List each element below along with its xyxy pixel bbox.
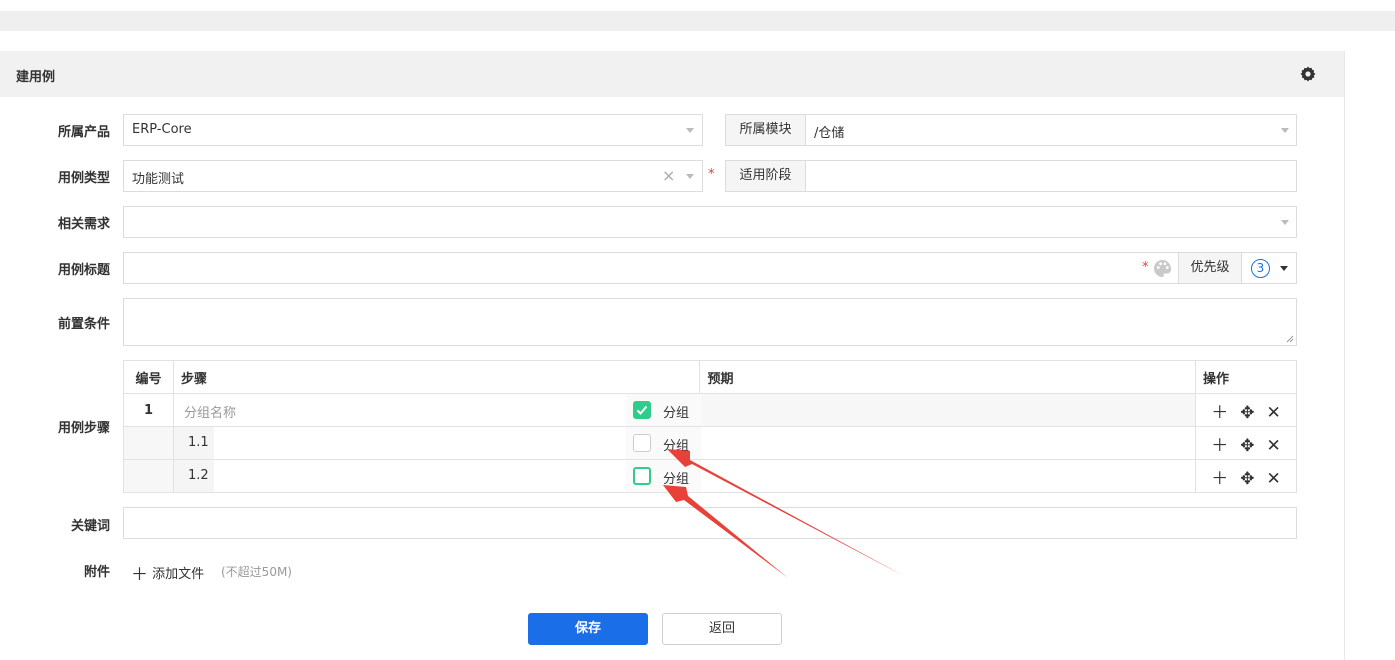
table-row: 1 分组名称 分组 ＋ ✥ ✕ <box>123 393 1297 427</box>
group-label: 分组 <box>662 472 689 487</box>
sub-num: 1.1 <box>187 435 209 450</box>
save-button[interactable]: 保存 <box>528 613 648 645</box>
title-input[interactable]: * <box>123 252 1179 284</box>
required-mark: * <box>1142 260 1149 275</box>
step-cell[interactable]: 分组名称 分组 <box>172 393 701 427</box>
product-select[interactable]: ERP-Core <box>123 114 703 146</box>
precondition-textarea[interactable] <box>123 298 1297 346</box>
clear-icon[interactable]: × <box>662 166 675 185</box>
stage-label: 适用阶段 <box>725 160 806 192</box>
keywords-label: 关键词 <box>70 519 110 534</box>
plus-icon[interactable]: ＋ <box>1211 398 1228 423</box>
type-label: 用例类型 <box>57 171 110 186</box>
step-cell[interactable]: 1.1 分组 <box>172 426 701 460</box>
add-file-label: 添加文件 <box>152 567 205 582</box>
plus-icon[interactable]: ＋ <box>1211 431 1228 456</box>
gear-icon[interactable] <box>1300 66 1316 82</box>
row-num <box>123 426 174 460</box>
group-checkbox[interactable] <box>632 401 651 419</box>
row-num <box>123 459 174 493</box>
expect-cell[interactable] <box>699 393 1197 427</box>
sub-num: 1.2 <box>187 468 209 483</box>
back-button[interactable]: 返回 <box>662 613 782 645</box>
header-expect: 预期 <box>699 360 1197 394</box>
priority-label: 优先级 <box>1178 252 1242 284</box>
close-icon[interactable]: ✕ <box>1267 436 1281 456</box>
module-value: /仓储 <box>814 126 845 141</box>
attachment-hint: (不超过50M) <box>221 565 292 579</box>
header-num: 编号 <box>123 360 174 394</box>
chevron-down-icon <box>1281 128 1289 133</box>
stage-select[interactable] <box>805 160 1297 192</box>
move-icon[interactable]: ✥ <box>1240 469 1254 489</box>
expect-cell[interactable] <box>699 426 1197 460</box>
title-label: 用例标题 <box>57 263 110 278</box>
header-actions: 操作 <box>1195 360 1297 394</box>
check-icon <box>636 405 648 415</box>
group-checkbox[interactable] <box>632 467 651 485</box>
close-icon[interactable]: ✕ <box>1267 469 1281 489</box>
attachment-label: 附件 <box>83 565 110 580</box>
resize-handle-icon[interactable] <box>1286 335 1294 343</box>
row-num: 1 <box>123 393 174 427</box>
priority-value: 3 <box>1251 259 1270 278</box>
move-icon[interactable]: ✥ <box>1240 436 1254 456</box>
palette-icon[interactable] <box>1153 259 1172 278</box>
type-value: 功能测试 <box>132 172 185 187</box>
type-select[interactable]: 功能测试 × <box>123 160 703 192</box>
table-row: 1.1 分组 ＋ ✥ ✕ <box>123 426 1297 460</box>
caret-down-icon <box>1280 266 1288 271</box>
module-label: 所属模块 <box>725 114 806 146</box>
priority-select[interactable]: 3 <box>1241 252 1297 284</box>
close-icon[interactable]: ✕ <box>1267 403 1281 423</box>
top-strip <box>0 11 1395 31</box>
page-title: 建用例 <box>16 70 56 85</box>
table-row: 1.2 分组 ＋ ✥ ✕ <box>123 459 1297 493</box>
chevron-down-icon <box>686 128 694 133</box>
group-name-placeholder: 分组名称 <box>183 406 236 421</box>
chevron-down-icon <box>686 174 694 179</box>
group-label: 分组 <box>662 406 689 421</box>
group-checkbox[interactable] <box>632 434 651 452</box>
story-label: 相关需求 <box>57 217 110 232</box>
row-actions: ＋ ✥ ✕ <box>1195 459 1297 493</box>
row-actions: ＋ ✥ ✕ <box>1195 426 1297 460</box>
required-mark: * <box>708 167 715 182</box>
keywords-input[interactable] <box>123 507 1297 539</box>
steps-header-row: 编号 步骤 预期 操作 <box>123 360 1297 394</box>
step-cell[interactable]: 1.2 分组 <box>172 459 701 493</box>
product-label: 所属产品 <box>57 125 110 140</box>
expect-cell[interactable] <box>699 459 1197 493</box>
panel-header: 建用例 <box>0 51 1344 97</box>
plus-icon: ＋ <box>131 565 148 585</box>
product-value: ERP-Core <box>132 122 192 137</box>
row-actions: ＋ ✥ ✕ <box>1195 393 1297 427</box>
steps-label: 用例步骤 <box>57 421 110 436</box>
move-icon[interactable]: ✥ <box>1240 403 1254 423</box>
add-file-button[interactable]: ＋ 添加文件 <box>131 560 204 585</box>
plus-icon[interactable]: ＋ <box>1211 464 1228 489</box>
precondition-label: 前置条件 <box>57 317 110 332</box>
steps-table: 编号 步骤 预期 操作 1 分组名称 分组 ＋ ✥ ✕ 1.1 分组 ＋ ✥ ✕… <box>123 360 1297 493</box>
chevron-down-icon <box>1281 220 1289 225</box>
group-label: 分组 <box>662 439 689 454</box>
module-select[interactable]: /仓储 <box>805 114 1297 146</box>
header-step: 步骤 <box>172 360 701 394</box>
story-select[interactable] <box>123 206 1297 238</box>
